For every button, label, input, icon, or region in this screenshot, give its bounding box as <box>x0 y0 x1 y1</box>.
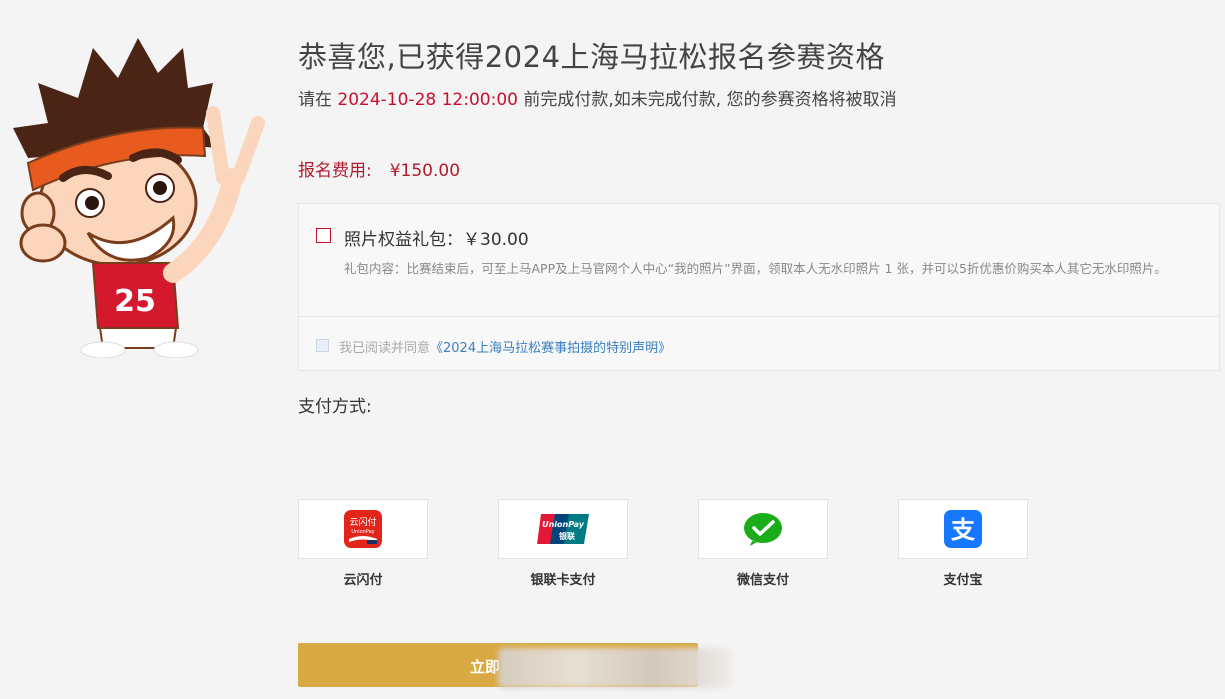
payment-deadline-notice: 请在 2024-10-28 12:00:00 前完成付款,如未完成付款, 您的参… <box>298 85 897 110</box>
unionpay-icon-subtext: 银联 <box>558 531 575 541</box>
unionpay-card-icon: UnionPay 银联 <box>537 514 589 544</box>
panel-divider <box>299 316 1219 317</box>
redaction-blur <box>498 648 730 688</box>
unionpay-quickpass-icon: 云闪付 UnionPay <box>344 510 382 548</box>
agreement-text: 我已阅读并同意《2024上海马拉松赛事拍摄的特别声明》 <box>339 337 671 356</box>
quickpass-icon-text: 云闪付 <box>349 517 376 528</box>
payment-option-name: 微信支付 <box>736 573 789 588</box>
deadline-prefix: 请在 <box>298 90 332 110</box>
registration-fee: 报名费用: ¥150.00 <box>298 156 460 181</box>
bib-number: 25 <box>114 284 156 319</box>
payment-option-name: 支付宝 <box>943 573 983 588</box>
photo-package-description: 礼包内容：比赛结束后，可至上马APP及上马官网个人中心“我的照片”界面，领取本人… <box>344 261 1167 276</box>
payment-option-name: 云闪付 <box>343 573 383 588</box>
payment-option-alipay[interactable]: 支 支付宝 <box>898 499 1028 588</box>
agreement-checkbox[interactable] <box>316 339 329 352</box>
agreement-prefix: 我已阅读并同意 <box>339 341 431 356</box>
agreement-link[interactable]: 《2024上海马拉松赛事拍摄的特别声明》 <box>430 341 671 356</box>
payment-option-box[interactable]: 支 <box>898 499 1028 559</box>
payment-option-unionpay[interactable]: UnionPay 银联 银联卡支付 <box>498 499 628 588</box>
photo-package-panel: 照片权益礼包：￥30.00 礼包内容：比赛结束后，可至上马APP及上马官网个人中… <box>298 203 1220 371</box>
photo-package-title: 照片权益礼包：￥30.00 <box>344 230 529 250</box>
unionpay-icon-text: UnionPay <box>542 520 585 529</box>
wechat-pay-icon <box>744 513 782 546</box>
photo-package-checkbox[interactable] <box>316 228 331 243</box>
deadline-suffix: 前完成付款,如未完成付款, 您的参赛资格将被取消 <box>523 90 897 110</box>
mascot-illustration: 25 <box>13 38 265 358</box>
alipay-icon: 支 <box>944 510 982 548</box>
quickpass-icon-subtext: UnionPay <box>351 529 374 535</box>
payment-option-box[interactable]: UnionPay 银联 <box>498 499 628 559</box>
payment-option-box[interactable] <box>698 499 828 559</box>
payment-option-wechat[interactable]: 微信支付 <box>698 499 828 588</box>
pay-now-label: 立即 <box>470 658 501 676</box>
payment-option-box[interactable]: 云闪付 UnionPay <box>298 499 428 559</box>
alipay-icon-text: 支 <box>951 516 976 544</box>
payment-method-label: 支付方式: <box>298 397 372 417</box>
payment-option-name: 银联卡支付 <box>530 573 596 588</box>
fee-label: 报名费用: <box>298 161 372 181</box>
page-title: 恭喜您,已获得2024上海马拉松报名参赛资格 <box>298 40 886 74</box>
payment-option-quickpass[interactable]: 云闪付 UnionPay 云闪付 <box>298 499 428 588</box>
deadline-time: 2024-10-28 12:00:00 <box>337 90 518 110</box>
fee-amount: ¥150.00 <box>389 161 461 181</box>
